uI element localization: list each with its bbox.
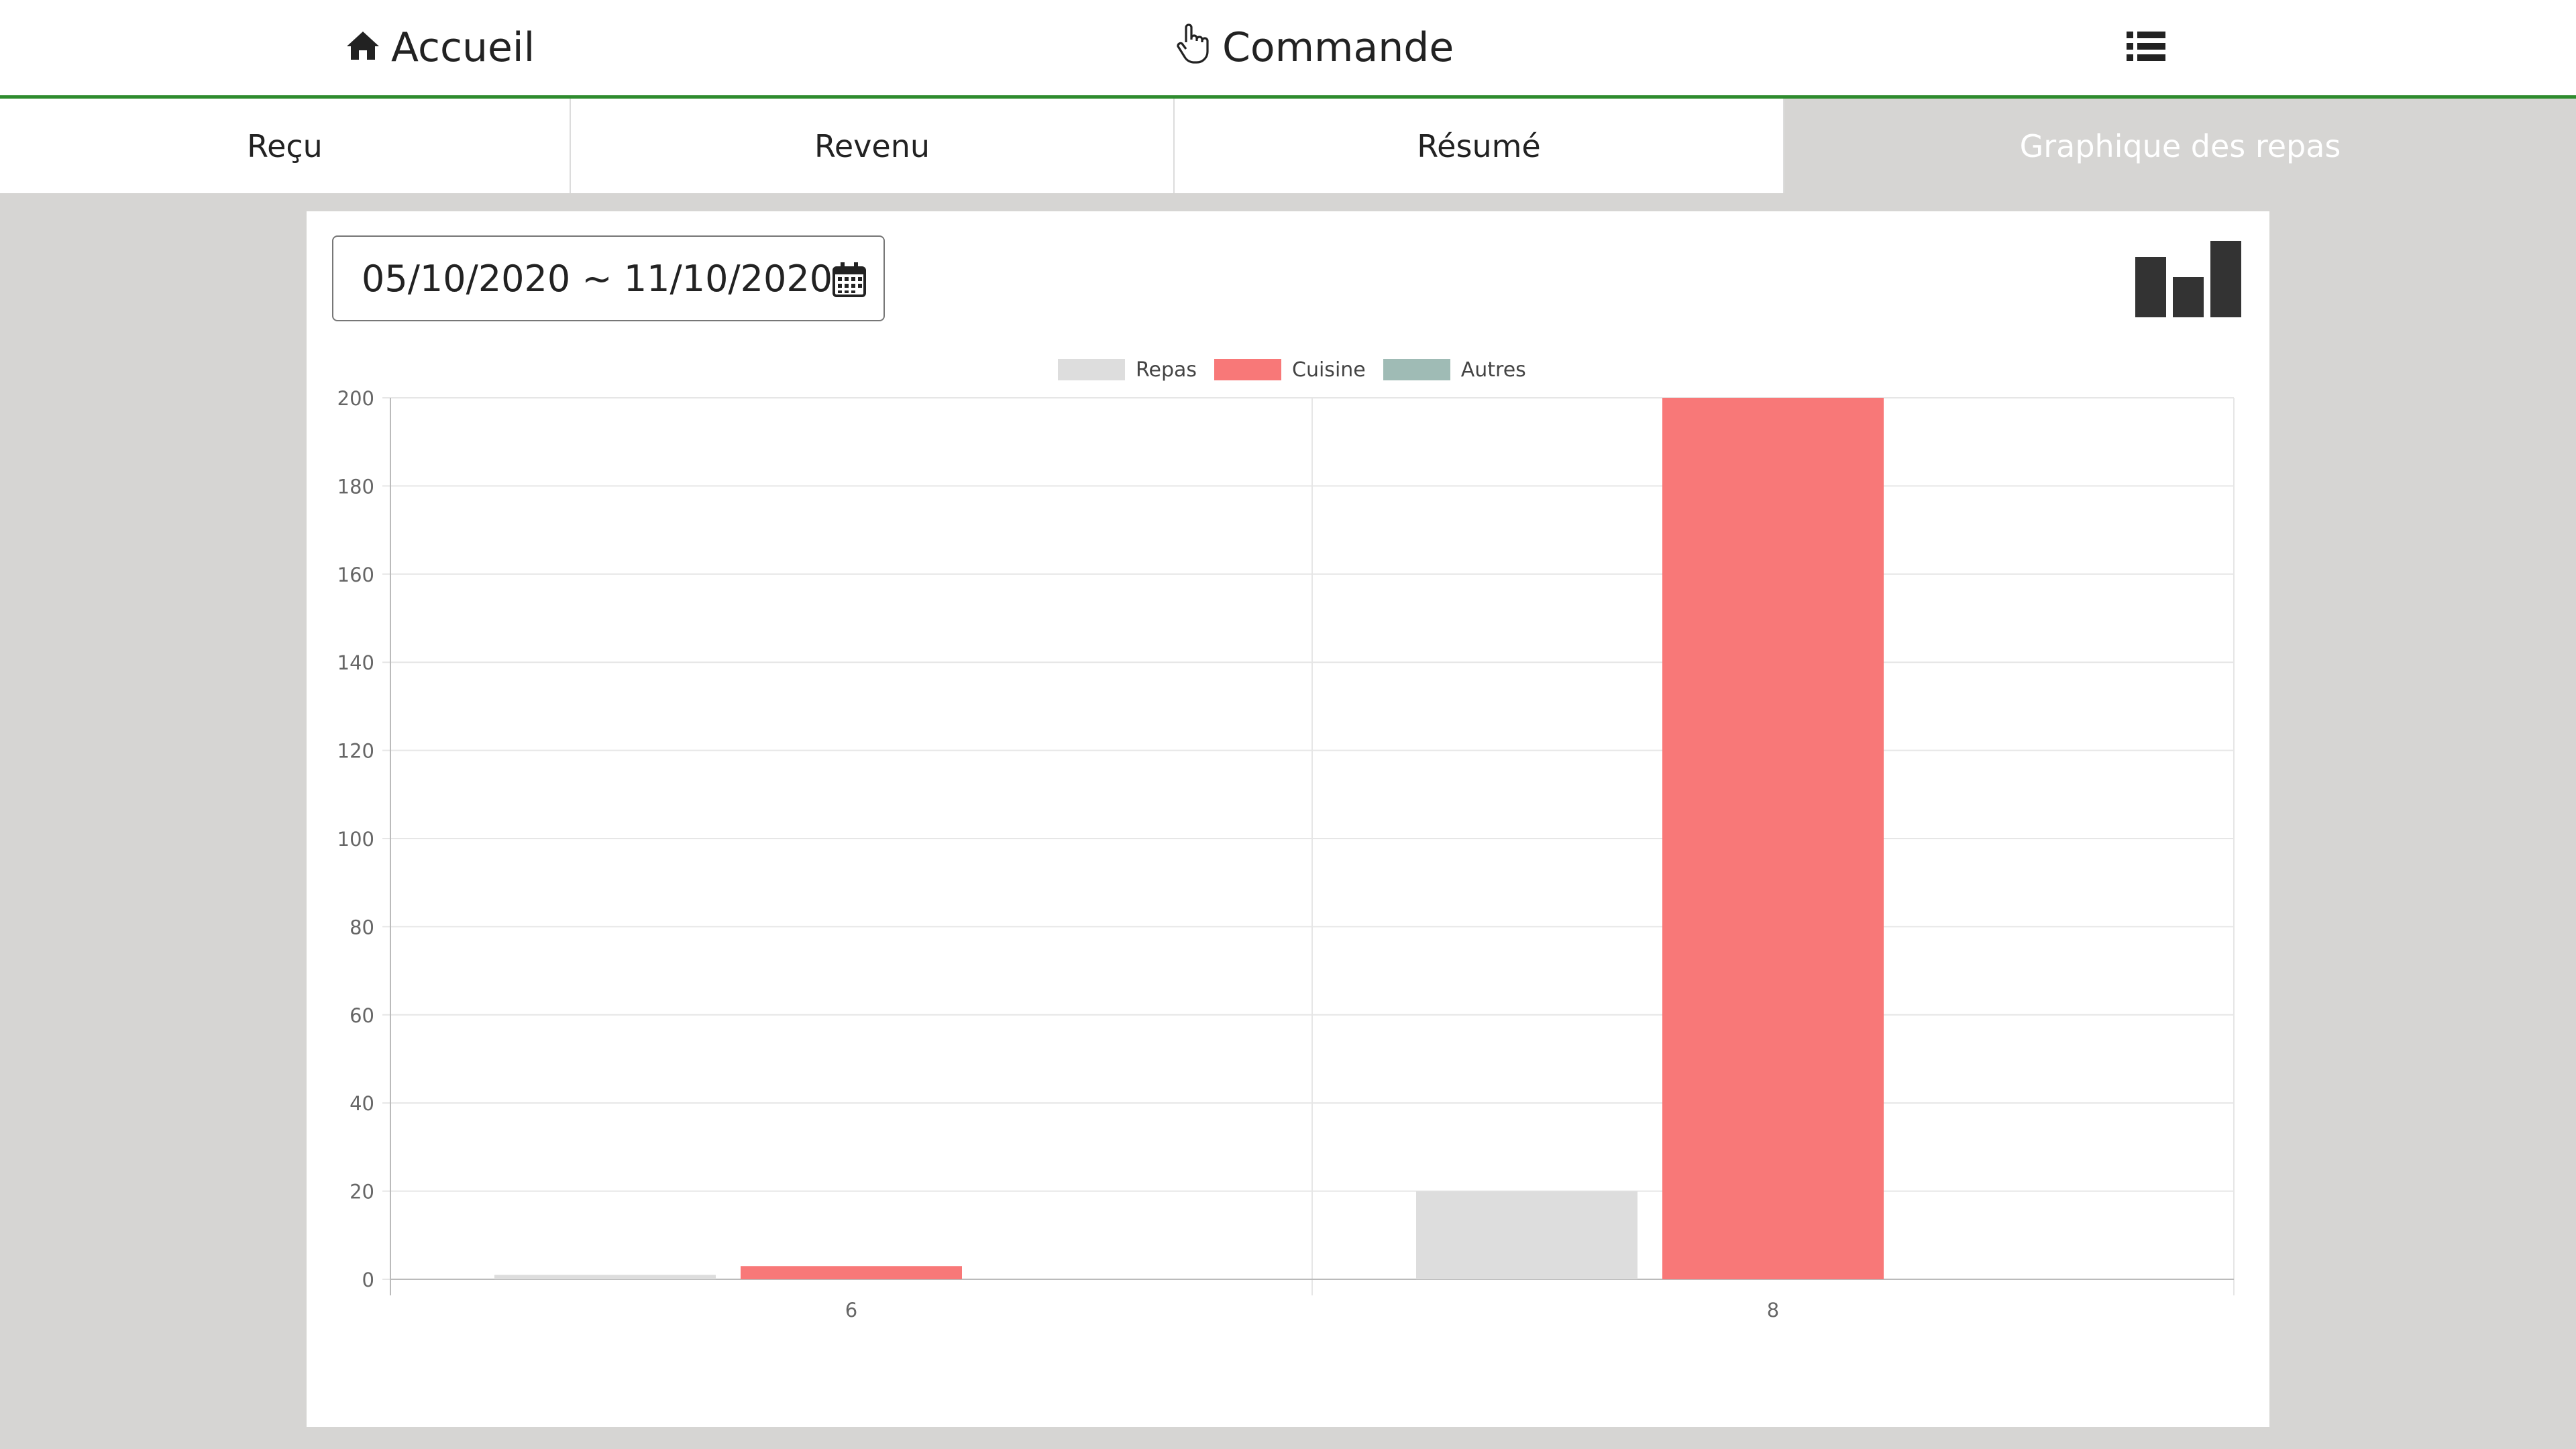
y-tick-label: 140: [337, 651, 374, 674]
tab-meal-chart[interactable]: Graphique des repas: [1784, 99, 2576, 193]
y-tick-label: 120: [337, 740, 374, 763]
home-icon: [345, 24, 380, 71]
meal-bar-chart: 0 20 40 60 80 100 120 140 160 180 200 6 8: [337, 387, 2235, 1322]
y-tick-label: 200: [337, 387, 374, 410]
x-tick-label: 6: [845, 1299, 857, 1322]
y-tick-label: 0: [362, 1269, 374, 1291]
menu-button[interactable]: [2127, 0, 2165, 95]
tab-receipt-label: Reçu: [247, 127, 323, 164]
tab-bar: Reçu Revenu Résumé Graphique des repas: [0, 99, 2576, 193]
y-tick-label: 180: [337, 475, 374, 498]
home-nav-link[interactable]: Accueil: [345, 0, 535, 95]
top-navigation-bar: Accueil Commande: [0, 0, 2576, 99]
home-label: Accueil: [391, 24, 535, 71]
tab-receipt[interactable]: Reçu: [0, 99, 571, 193]
y-tick-label: 40: [350, 1092, 374, 1115]
y-tick-label: 100: [337, 828, 374, 851]
list-icon: [2127, 24, 2165, 71]
y-tick-label: 80: [350, 916, 374, 938]
bar-repas-6: [494, 1275, 716, 1279]
tab-revenue[interactable]: Revenu: [571, 99, 1175, 193]
y-tick-label: 60: [350, 1004, 374, 1027]
bar-cuisine-8: [1662, 398, 1884, 1279]
x-tick-label: 8: [1767, 1299, 1779, 1322]
hand-pointer-icon: [1174, 22, 1212, 74]
tab-revenue-label: Revenu: [814, 127, 930, 164]
bar-repas-8: [1416, 1191, 1638, 1279]
bar-cuisine-6: [741, 1266, 962, 1279]
y-tick-label: 160: [337, 564, 374, 586]
tab-summary[interactable]: Résumé: [1175, 99, 1784, 193]
chart-panel: 05/10/2020 ~ 11/10/2020 Repas Cuisine Au…: [307, 211, 2269, 1427]
order-label: Commande: [1222, 24, 1454, 71]
y-tick-label: 20: [350, 1181, 374, 1203]
tab-summary-label: Résumé: [1417, 127, 1541, 164]
order-nav-link[interactable]: Commande: [1174, 0, 1454, 95]
tab-meal-chart-label: Graphique des repas: [2019, 127, 2341, 164]
